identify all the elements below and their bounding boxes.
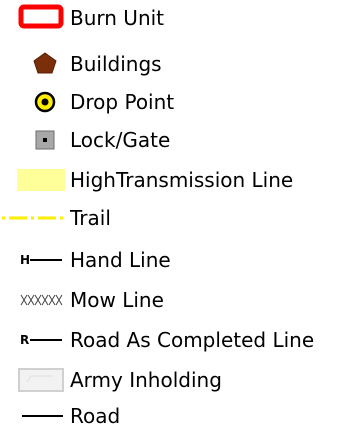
legend-item-trail: Trail bbox=[0, 200, 362, 236]
legend-label-road-completed-line: Road As Completed Line bbox=[70, 328, 315, 352]
transmission-line-icon bbox=[0, 162, 66, 198]
legend-label-hand-line: Hand Line bbox=[70, 248, 171, 272]
map-legend: Burn Unit Buildings Drop Point Lock/Gate bbox=[0, 0, 362, 438]
legend-item-road-completed-line: R Road As Completed Line bbox=[0, 322, 362, 358]
burn-unit-icon bbox=[0, 0, 66, 36]
road-completed-line-icon: R bbox=[0, 322, 66, 358]
legend-label-trail: Trail bbox=[70, 206, 111, 230]
building-icon bbox=[0, 46, 66, 82]
legend-label-buildings: Buildings bbox=[70, 52, 162, 76]
svg-text:H: H bbox=[20, 253, 30, 267]
legend-item-buildings: Buildings bbox=[0, 46, 362, 82]
drop-point-icon bbox=[0, 84, 66, 120]
trail-icon bbox=[0, 200, 66, 236]
lock-gate-icon bbox=[0, 122, 66, 158]
army-inholding-icon bbox=[0, 362, 66, 398]
hand-line-icon: H bbox=[0, 242, 66, 278]
legend-item-lock-gate: Lock/Gate bbox=[0, 122, 362, 158]
legend-label-burn-unit: Burn Unit bbox=[70, 6, 165, 30]
legend-item-mow-line: Mow Line bbox=[0, 282, 362, 318]
legend-label-drop-point: Drop Point bbox=[70, 90, 175, 114]
legend-label-army-inholding: Army Inholding bbox=[70, 368, 222, 392]
svg-text:R: R bbox=[20, 333, 29, 347]
road-icon bbox=[0, 398, 66, 434]
legend-label-lock-gate: Lock/Gate bbox=[70, 128, 171, 152]
legend-item-burn-unit: Burn Unit bbox=[0, 0, 362, 36]
mow-line-icon bbox=[0, 282, 66, 318]
legend-item-army-inholding: Army Inholding bbox=[0, 362, 362, 398]
legend-label-transmission-line: HighTransmission Line bbox=[70, 168, 294, 192]
legend-label-road: Road bbox=[70, 404, 121, 428]
legend-item-hand-line: H Hand Line bbox=[0, 242, 362, 278]
legend-item-road: Road bbox=[0, 398, 362, 434]
legend-label-mow-line: Mow Line bbox=[70, 288, 164, 312]
legend-item-drop-point: Drop Point bbox=[0, 84, 362, 120]
legend-item-transmission-line: HighTransmission Line bbox=[0, 162, 362, 198]
